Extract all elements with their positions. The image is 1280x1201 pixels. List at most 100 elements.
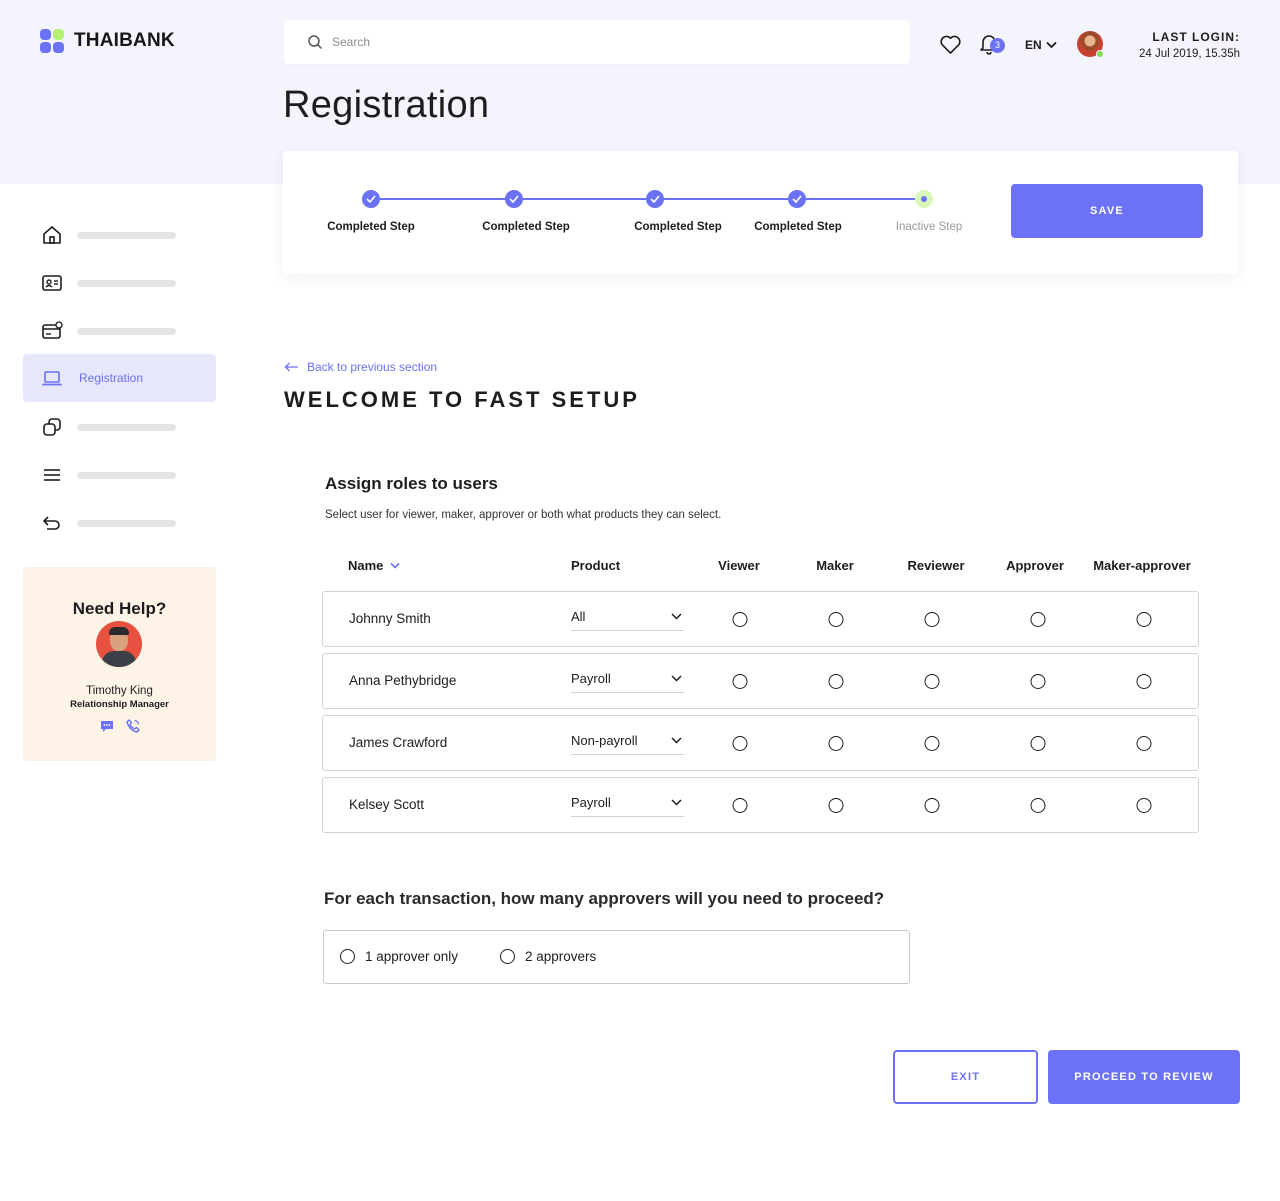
chevron-down-icon [671, 799, 682, 806]
chevron-down-icon [390, 562, 400, 569]
brand-name: THAIBANK [74, 30, 175, 51]
name-column-label: Name [348, 558, 384, 573]
maker-radio[interactable] [828, 674, 844, 689]
viewer-radio[interactable] [732, 798, 748, 813]
one-approver-radio[interactable] [340, 949, 355, 964]
maker-approver-radio[interactable] [1136, 612, 1152, 627]
table-row: Johnny Smith All [322, 591, 1199, 647]
step-4-label: Completed Step [754, 221, 842, 233]
sidebar-item-cards[interactable] [23, 307, 216, 355]
sidebar-placeholder-bar [77, 471, 176, 479]
back-link[interactable]: Back to previous section [284, 360, 437, 374]
maker-radio[interactable] [828, 736, 844, 751]
phone-icon[interactable] [125, 719, 140, 733]
step-1-label: Completed Step [327, 221, 415, 233]
approver-radio[interactable] [1030, 798, 1046, 813]
viewer-radio[interactable] [732, 674, 748, 689]
step-1-check-icon[interactable] [362, 190, 380, 208]
product-select[interactable]: Payroll [571, 795, 684, 817]
approver-radio[interactable] [1030, 674, 1046, 689]
section-title: WELCOME TO FAST SETUP [284, 387, 640, 412]
two-approvers-radio[interactable] [500, 949, 515, 964]
product-value: Payroll [571, 795, 611, 810]
reviewer-column-header: Reviewer [907, 558, 965, 573]
sidebar-item-registration[interactable]: Registration [23, 354, 216, 402]
maker-approver-radio[interactable] [1136, 736, 1152, 751]
roles-description: Select user for viewer, maker, approver … [325, 509, 722, 521]
reviewer-radio[interactable] [924, 736, 940, 751]
step-2-label: Completed Step [482, 221, 570, 233]
help-title: Need Help? [72, 599, 167, 618]
reviewer-radio[interactable] [924, 674, 940, 689]
maker-approver-radio[interactable] [1136, 674, 1152, 689]
table-row: Kelsey Scott Payroll [322, 777, 1199, 833]
two-approvers-option[interactable]: 2 approvers [500, 949, 596, 964]
approver-column-header: Approver [1006, 558, 1064, 573]
one-approver-label: 1 approver only [365, 949, 459, 964]
product-select[interactable]: Payroll [571, 671, 684, 693]
two-approvers-label: 2 approvers [525, 949, 597, 964]
sidebar-item-home[interactable] [23, 211, 216, 259]
step-5-inactive-dot[interactable] [915, 190, 933, 208]
back-link-label: Back to previous section [307, 360, 438, 374]
user-name: Anna Pethybridge [349, 673, 457, 688]
card-settings-icon [42, 321, 63, 339]
search-input[interactable] [332, 35, 872, 49]
brand-logo[interactable]: THAIBANK [40, 29, 175, 53]
undo-icon [43, 516, 60, 530]
maker-radio[interactable] [828, 798, 844, 813]
step-3-check-icon[interactable] [646, 190, 664, 208]
help-card: Need Help? Timothy King Relationship Man… [23, 567, 216, 761]
last-login-value: 24 Jul 2019, 15.35h [1138, 48, 1240, 60]
reviewer-radio[interactable] [924, 798, 940, 813]
step-4-check-icon[interactable] [788, 190, 806, 208]
save-button[interactable]: SAVE [1011, 184, 1203, 238]
name-column-header[interactable]: Name [348, 558, 400, 573]
heart-icon[interactable] [939, 34, 962, 55]
step-5-label: Inactive Step [895, 221, 963, 233]
step-2-check-icon[interactable] [505, 190, 523, 208]
maker-radio[interactable] [828, 612, 844, 627]
user-name: Kelsey Scott [349, 797, 425, 812]
sidebar-placeholder-bar [77, 231, 176, 239]
approvers-question: For each transaction, how many approvers… [324, 889, 885, 908]
manager-avatar [96, 621, 142, 667]
maker-approver-radio[interactable] [1136, 798, 1152, 813]
sidebar-item-contacts[interactable] [23, 259, 216, 307]
sidebar-placeholder-bar [77, 519, 176, 527]
approver-radio[interactable] [1030, 612, 1046, 627]
viewer-radio[interactable] [732, 612, 748, 627]
chevron-down-icon [1046, 41, 1057, 49]
viewer-radio[interactable] [732, 736, 748, 751]
chevron-down-icon [671, 613, 682, 620]
table-row: James Crawford Non-payroll [322, 715, 1199, 771]
sidebar-item-menu[interactable] [23, 451, 216, 499]
sidebar-item-undo[interactable] [23, 499, 216, 547]
menu-icon [44, 469, 60, 481]
approvers-options: 1 approver only 2 approvers [323, 930, 910, 984]
viewer-column-header: Viewer [718, 558, 760, 573]
sidebar-item-label: Registration [79, 371, 144, 385]
product-select[interactable]: Non-payroll [571, 733, 684, 755]
product-value: Payroll [571, 671, 611, 686]
manager-name: Timothy King [86, 685, 153, 697]
sidebar-placeholder-bar [77, 423, 176, 431]
reviewer-radio[interactable] [924, 612, 940, 627]
exit-button[interactable]: EXIT [893, 1050, 1038, 1104]
one-approver-option[interactable]: 1 approver only [340, 949, 458, 964]
chat-icon[interactable] [100, 719, 114, 733]
sidebar-placeholder-bar [77, 279, 176, 287]
product-select[interactable]: All [571, 609, 684, 631]
notification-badge: 3 [990, 38, 1005, 53]
search-icon [308, 35, 322, 49]
sidebar-item-copy[interactable] [23, 403, 216, 451]
sidebar-placeholder-bar [77, 327, 176, 335]
product-value: Non-payroll [571, 733, 638, 748]
search-bar[interactable] [284, 20, 910, 64]
language-selector[interactable]: EN [1025, 38, 1057, 52]
roles-title: Assign roles to users [325, 474, 498, 493]
last-login: LAST LOGIN: 24 Jul 2019, 15.35h [1139, 30, 1240, 60]
approver-radio[interactable] [1030, 736, 1046, 751]
proceed-to-review-button[interactable]: PROCEED TO REVIEW [1048, 1050, 1240, 1104]
arrow-left-icon [284, 362, 298, 372]
